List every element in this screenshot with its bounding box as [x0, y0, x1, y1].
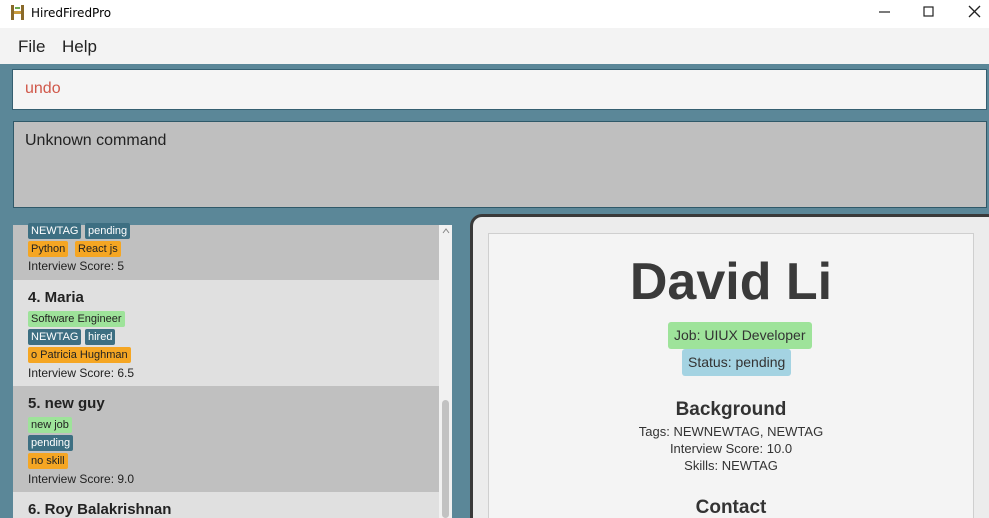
applicant-name: 5. new guy [28, 395, 105, 412]
interview-score: Interview Score: 6.5 [28, 366, 135, 380]
list-item[interactable]: NEWTAG pending Python React js Interview… [13, 223, 439, 280]
skill-tag: no skill [28, 453, 68, 469]
detail-skills: Skills: NEWTAG [684, 458, 778, 473]
title-bar: HiredFiredPro [0, 0, 989, 28]
result-text: Unknown command [25, 132, 167, 149]
skill-tag: o Patricia Hughman [28, 347, 131, 363]
maximize-button[interactable] [906, 0, 952, 28]
menu-help[interactable]: Help [62, 37, 97, 57]
maximize-icon [923, 6, 934, 17]
minimize-icon [879, 11, 890, 13]
interview-score: Interview Score: 9.0 [28, 472, 135, 486]
job-badge: Job: UIUX Developer [668, 322, 812, 349]
status-tag: pending [28, 435, 74, 451]
job-tag: Software Engineer [28, 311, 125, 327]
interview-score: Interview Score: 5 [28, 259, 125, 273]
applicant-name: 6. Roy Balakrishnan [28, 501, 172, 518]
close-icon [968, 5, 981, 18]
tag: NEWTAG [28, 223, 82, 239]
result-display: Unknown command [13, 121, 987, 208]
scroll-thumb[interactable] [442, 400, 449, 518]
skill-tag: Python [28, 241, 69, 257]
background-heading: Background [675, 399, 787, 420]
menu-bar: File Help [0, 28, 989, 64]
window-title: HiredFiredPro [31, 6, 112, 20]
tag: pending [85, 223, 131, 239]
contact-heading: Contact [695, 497, 767, 518]
close-button[interactable] [951, 0, 989, 28]
minimize-button[interactable] [862, 0, 908, 28]
app-icon [11, 5, 24, 20]
job-tag: new job [28, 417, 72, 433]
command-input[interactable]: undo [12, 69, 987, 110]
list-item[interactable]: 5. new guy new job pending no skill Inte… [13, 386, 439, 492]
list-item[interactable]: 4. Maria Software Engineer NEWTAG hired … [13, 280, 439, 386]
scroll-up-icon[interactable] [442, 227, 450, 235]
list-scrollbar[interactable] [439, 225, 452, 518]
detail-tags: Tags: NEWNEWTAG, NEWTAG [638, 424, 824, 439]
applicant-name: 4. Maria [28, 289, 84, 306]
status-badge: Status: pending [682, 349, 792, 376]
status-tag: hired [85, 329, 116, 345]
menu-file[interactable]: File [18, 37, 45, 57]
list-item[interactable]: 6. Roy Balakrishnan [13, 492, 439, 518]
detail-name: David Li [629, 253, 833, 311]
detail-score: Interview Score: 10.0 [669, 441, 793, 456]
command-text: undo [25, 80, 61, 97]
tag: NEWTAG [28, 329, 82, 345]
skill-tag: React js [75, 241, 121, 257]
